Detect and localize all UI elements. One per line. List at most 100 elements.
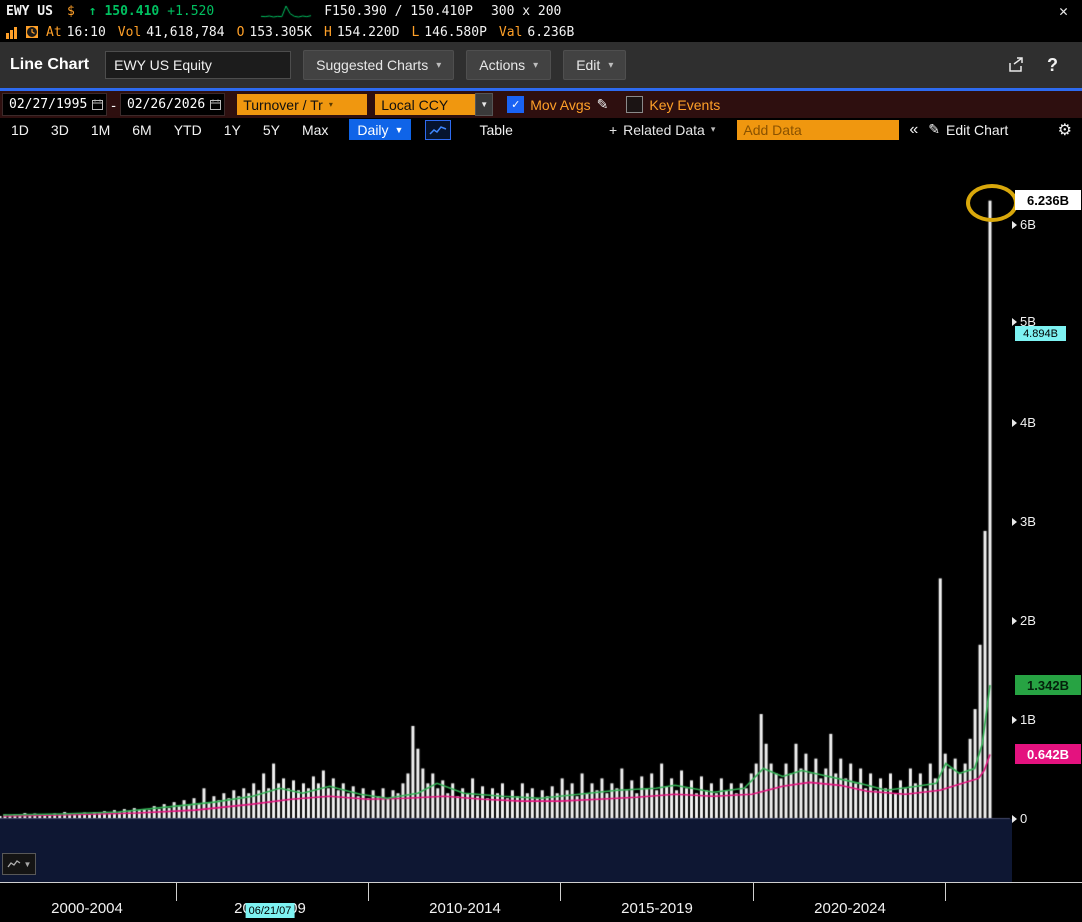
y-axis-tick: 6B — [1012, 217, 1036, 232]
edit-chart-button[interactable]: ✎ Edit Chart — [928, 121, 1008, 138]
date-range-separator: - — [111, 97, 116, 113]
security-input[interactable] — [105, 51, 291, 79]
key-events-checkbox[interactable] — [626, 96, 643, 113]
plus-icon: + — [609, 122, 617, 138]
currency-symbol: $ — [67, 4, 75, 19]
y-axis-tick: 4B — [1012, 415, 1036, 430]
period-bar: 1D 3D 1M 6M YTD 1Y 5Y Max Daily ▼ Table … — [0, 118, 1082, 141]
chart-toolbar: Line Chart Suggested Charts ▾ Actions ▾ … — [0, 42, 1082, 88]
spinner-icon: ▾ — [329, 101, 333, 108]
bloomberg-chart-window: EWY US $ ↑ 150.410 +1.520 F150.390 / 150… — [0, 0, 1082, 922]
range-tab-max[interactable]: Max — [291, 122, 339, 138]
tick-icon — [1012, 318, 1017, 326]
turnover-chart-canvas[interactable] — [0, 141, 1012, 882]
calendar-icon — [210, 99, 221, 110]
check-icon: ✓ — [511, 98, 520, 111]
last-trade-time: At16:10 — [46, 25, 106, 40]
peak-highlight-ellipse-annotation[interactable] — [966, 184, 1018, 222]
chart-area: 6.236B 6B 5B 4.894B 4B 3B 2B 1.342B 1B 0… — [0, 141, 1082, 882]
bid-ask-quote: F150.390 / 150.410P — [324, 4, 473, 19]
related-data-button[interactable]: + Related Data ▾ — [609, 122, 715, 138]
close-icon[interactable]: ✕ — [1045, 2, 1082, 20]
range-tab-3d[interactable]: 3D — [40, 122, 80, 138]
up-arrow-icon: ↑ — [89, 4, 97, 19]
key-events-label: Key Events — [649, 97, 720, 113]
x-axis-label: 2020-2024 — [814, 900, 886, 917]
chart-type-icon[interactable] — [425, 120, 451, 140]
x-axis-label: 2015-2019 — [621, 900, 693, 917]
x-axis-tick — [368, 883, 369, 901]
last-value-axis-box: 6.236B — [1015, 190, 1081, 210]
security-ticker: EWY US — [6, 4, 53, 19]
y-axis-tick: 0 — [1012, 811, 1027, 826]
chevron-down-icon: ▾ — [608, 60, 613, 71]
last-price: ↑ 150.410 — [89, 4, 159, 19]
lot-size: 300 x 200 — [491, 4, 561, 19]
ma-short-value-box: 1.342B — [1015, 675, 1081, 695]
quote-bar: At16:10 Vol41,618,784 O153.305K H154.220… — [0, 22, 1082, 42]
x-axis-tick — [753, 883, 754, 901]
tick-icon — [1012, 419, 1017, 427]
chevron-down-icon: ▾ — [533, 60, 538, 71]
chart-controls-row: 02/27/1995 - 02/26/2026 Turnover / Tr ▾ … — [0, 91, 1082, 118]
tick-icon — [1012, 617, 1017, 625]
gear-icon[interactable]: ⚙ — [1058, 120, 1072, 140]
x-axis-tick — [560, 883, 561, 901]
range-tab-ytd[interactable]: YTD — [163, 122, 213, 138]
study-select[interactable]: Turnover / Tr ▾ — [237, 94, 367, 115]
y-axis-tick: 3B — [1012, 514, 1036, 529]
y-axis-tick: 2B — [1012, 613, 1036, 628]
help-icon[interactable]: ? — [1037, 55, 1072, 76]
panel-chart-type-button[interactable]: ▼ — [2, 853, 36, 875]
open-readout: O153.305K — [237, 25, 312, 40]
calendar-icon — [92, 99, 103, 110]
add-data-input[interactable] — [737, 120, 899, 140]
export-icon[interactable] — [1007, 56, 1025, 74]
title-bar: EWY US $ ↑ 150.410 +1.520 F150.390 / 150… — [0, 0, 1082, 22]
high-readout: H154.220D — [324, 25, 399, 40]
x-axis-label: 2010-2014 — [429, 900, 501, 917]
mov-avgs-checkbox[interactable]: ✓ — [507, 96, 524, 113]
x-axis-tick — [945, 883, 946, 901]
tick-icon — [1012, 518, 1017, 526]
x-axis-tick — [176, 883, 177, 901]
tick-icon — [1012, 716, 1017, 724]
range-tab-1d[interactable]: 1D — [0, 122, 40, 138]
suggested-charts-button[interactable]: Suggested Charts ▾ — [303, 50, 454, 80]
volume-readout: Vol41,618,784 — [118, 25, 225, 40]
value-readout: Val6.236B — [499, 25, 574, 40]
range-tab-6m[interactable]: 6M — [121, 122, 162, 138]
currency-dropdown-arrow-icon[interactable]: ▼ — [475, 93, 493, 116]
table-view-button[interactable]: Table — [479, 122, 512, 138]
low-readout: L146.580P — [411, 25, 486, 40]
y-axis-tracker-label: 4.894B — [1015, 326, 1066, 341]
volume-bars-icon — [5, 26, 18, 39]
actions-button[interactable]: Actions ▾ — [466, 50, 551, 80]
range-tab-1m[interactable]: 1M — [80, 122, 121, 138]
tick-icon — [1012, 221, 1017, 229]
date-to-field[interactable]: 02/26/2026 — [120, 93, 225, 116]
y-axis-tick: 1B — [1012, 712, 1036, 727]
collapse-panel-icon[interactable]: « — [909, 121, 918, 139]
range-tab-1y[interactable]: 1Y — [213, 122, 252, 138]
currency-select[interactable]: Local CCY — [375, 94, 475, 115]
x-axis-tracker-label: 06/21/07 — [246, 903, 295, 918]
chevron-down-icon: ▾ — [436, 60, 441, 71]
range-tab-5y[interactable]: 5Y — [252, 122, 291, 138]
x-axis-label: 2000-2004 — [51, 900, 123, 917]
chevron-down-icon: ▾ — [711, 124, 716, 135]
mov-avgs-label: Mov Avgs — [530, 97, 590, 113]
x-axis-strip: 2000-2004 2005-2009 2010-2014 2015-2019 … — [0, 882, 1082, 922]
mov-avgs-edit-pencil-icon[interactable]: ✎ — [597, 96, 609, 113]
chevron-down-icon: ▼ — [24, 860, 32, 869]
pencil-icon: ✎ — [928, 121, 940, 138]
price-change: +1.520 — [167, 4, 214, 19]
chevron-down-icon: ▼ — [395, 125, 404, 135]
date-from-field[interactable]: 02/27/1995 — [2, 93, 107, 116]
intraday-sparkline — [260, 4, 312, 19]
frequency-select[interactable]: Daily ▼ — [349, 119, 411, 140]
edit-button[interactable]: Edit ▾ — [563, 50, 626, 80]
page-title: Line Chart — [10, 56, 89, 74]
ma-long-value-box: 0.642B — [1015, 744, 1081, 764]
tick-icon — [1012, 815, 1017, 823]
